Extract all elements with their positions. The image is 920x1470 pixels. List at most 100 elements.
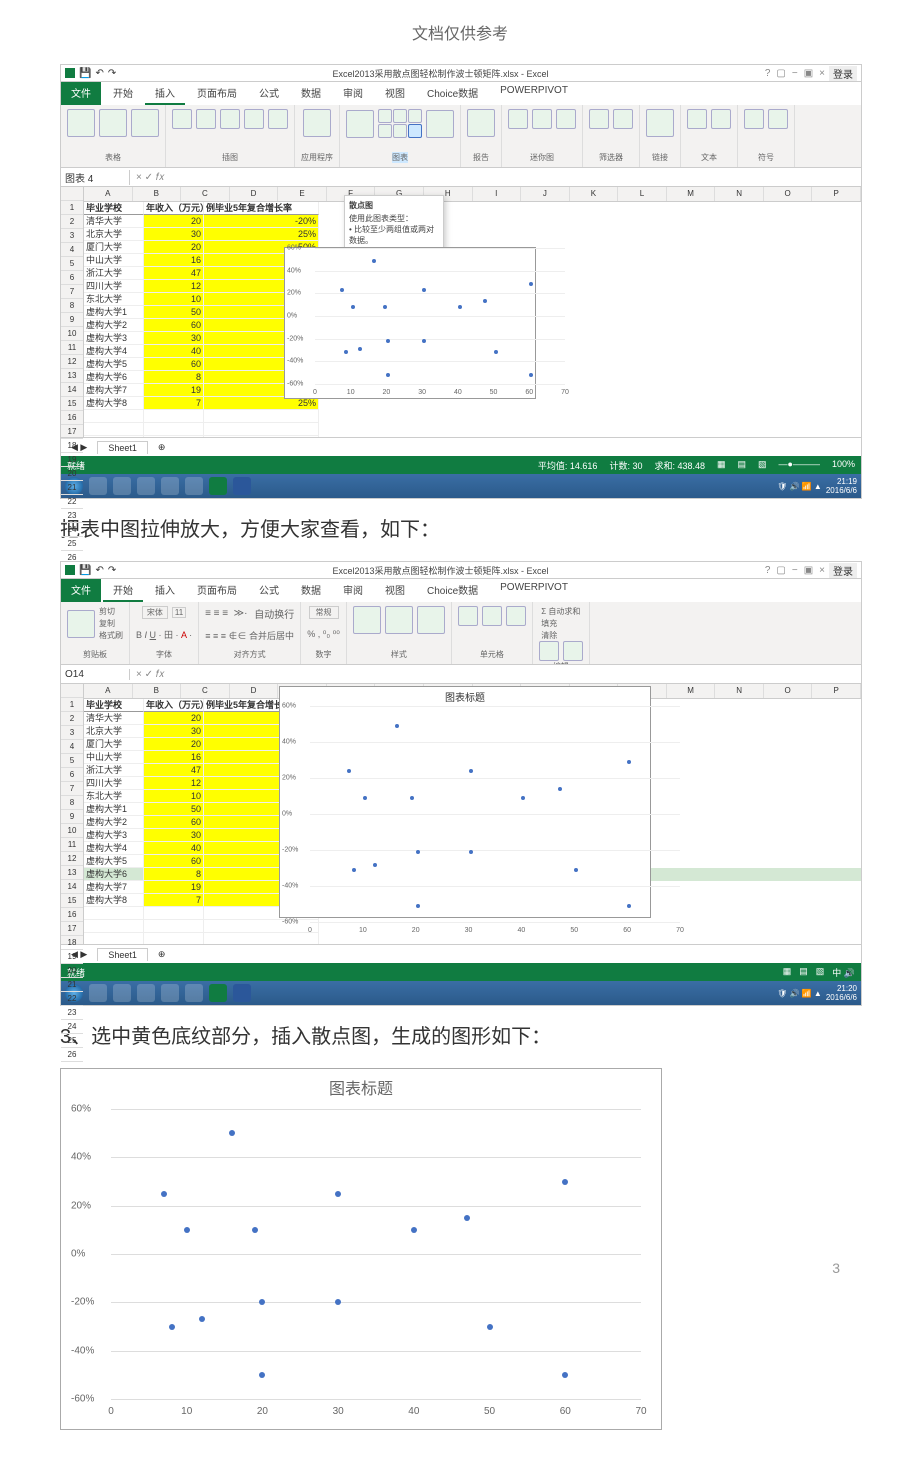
qa-save-icon[interactable]: 💾	[79, 565, 91, 576]
numfmt-selector[interactable]: 常规	[309, 606, 339, 619]
area-chart-icon[interactable]	[393, 124, 407, 138]
cut-button[interactable]: 剪切	[99, 606, 123, 617]
delete-cells-icon[interactable]	[482, 606, 502, 626]
view-layout-icon[interactable]: ▤	[799, 966, 808, 979]
fill-button[interactable]: 填充	[541, 618, 580, 629]
name-box[interactable]: 图表 4	[61, 170, 130, 185]
excel-taskbar-icon[interactable]	[209, 477, 227, 495]
ime-icon[interactable]: 中 🔊	[832, 966, 855, 979]
paste-icon[interactable]	[67, 610, 95, 638]
ribbon-opts-icon[interactable]: ▢	[776, 68, 785, 79]
tab-home[interactable]: 开始	[103, 82, 143, 105]
tab-review[interactable]: 审阅	[333, 579, 373, 602]
sheet-tab[interactable]: Sheet1	[97, 948, 148, 961]
view-break-icon[interactable]: ▧	[816, 966, 825, 979]
pivotchart-icon[interactable]	[426, 110, 454, 138]
media-icon[interactable]	[113, 984, 131, 1002]
qa-save-icon[interactable]: 💾	[79, 68, 91, 79]
copy-button[interactable]: 复制	[99, 618, 123, 629]
insert-cells-icon[interactable]	[458, 606, 478, 626]
tab-choice[interactable]: Choice数据	[417, 82, 488, 105]
textbox-icon[interactable]	[687, 109, 707, 129]
word-taskbar-icon[interactable]	[233, 477, 251, 495]
worksheet[interactable]: 1234567891011121314151617181920212223242…	[61, 187, 861, 437]
tab-data[interactable]: 数据	[291, 82, 331, 105]
qa-redo-icon[interactable]: ↷	[108, 68, 116, 79]
pivottable-icon[interactable]	[67, 109, 95, 137]
tab-home[interactable]: 开始	[103, 579, 143, 602]
help-icon[interactable]: ?	[765, 68, 771, 79]
sparkline-line-icon[interactable]	[508, 109, 528, 129]
name-box[interactable]: O14	[61, 669, 130, 680]
cellfmt-icon[interactable]	[417, 606, 445, 634]
tblfmt-icon[interactable]	[385, 606, 413, 634]
qa-redo-icon[interactable]: ↷	[108, 565, 116, 576]
view-break-icon[interactable]: ▧	[758, 459, 767, 472]
excel-taskbar-icon[interactable]	[209, 984, 227, 1002]
embedded-chart-1[interactable]: -60%-40%-20%0%20%40%60%010203040506070	[284, 247, 536, 399]
tray-icons[interactable]: 🛡 🔊 📶 ▲	[777, 989, 822, 998]
view-normal-icon[interactable]: ▦	[783, 966, 792, 979]
tab-choice[interactable]: Choice数据	[417, 579, 488, 602]
wrap-button[interactable]: 自动换行	[254, 606, 294, 621]
tab-insert[interactable]: 插入	[145, 579, 185, 602]
bar-chart-icon[interactable]	[378, 124, 392, 138]
view-layout-icon[interactable]: ▤	[738, 459, 747, 472]
tab-layout[interactable]: 页面布局	[187, 579, 247, 602]
minimize-icon[interactable]: −	[792, 68, 798, 79]
tab-powerpivot[interactable]: POWERPIVOT	[490, 82, 578, 105]
timeline-icon[interactable]	[613, 109, 633, 129]
ribbon-opts-icon[interactable]: ▢	[776, 565, 785, 576]
shapes-icon[interactable]	[220, 109, 240, 129]
equation-icon[interactable]	[744, 109, 764, 129]
login-link[interactable]: 登录	[829, 66, 857, 81]
col-chart-icon[interactable]	[378, 109, 392, 123]
line-chart-icon[interactable]	[393, 109, 407, 123]
close-icon[interactable]: ×	[819, 68, 825, 79]
find-icon[interactable]	[563, 641, 583, 661]
sort-icon[interactable]	[539, 641, 559, 661]
screenshot-icon[interactable]	[268, 109, 288, 129]
picasa-icon[interactable]	[161, 477, 179, 495]
zoom-slider[interactable]: —●———	[779, 459, 820, 472]
tab-view[interactable]: 视图	[375, 82, 415, 105]
tab-insert[interactable]: 插入	[145, 82, 185, 105]
table-icon[interactable]	[131, 109, 159, 137]
tray-icons[interactable]: 🛡 🔊 📶 ▲	[777, 482, 822, 491]
ie-icon[interactable]	[185, 477, 203, 495]
zoom-level[interactable]: 100%	[832, 459, 855, 472]
tab-powerpivot[interactable]: POWERPIVOT	[490, 579, 578, 602]
fx-icon[interactable]: × ✓ 𝑓𝑥	[130, 172, 170, 183]
sparkline-wl-icon[interactable]	[556, 109, 576, 129]
condfmt-icon[interactable]	[353, 606, 381, 634]
login-link[interactable]: 登录	[829, 563, 857, 578]
ie-icon[interactable]	[185, 984, 203, 1002]
office-apps-icon[interactable]	[303, 109, 331, 137]
view-normal-icon[interactable]: ▦	[717, 459, 726, 472]
fmt-painter-button[interactable]: 格式刷	[99, 630, 123, 641]
headerfooter-icon[interactable]	[711, 109, 731, 129]
tab-formula[interactable]: 公式	[249, 579, 289, 602]
scatter-chart-icon[interactable]	[408, 124, 422, 138]
tab-formula[interactable]: 公式	[249, 82, 289, 105]
smartart-icon[interactable]	[244, 109, 264, 129]
app-icon[interactable]	[137, 984, 155, 1002]
picasa-icon[interactable]	[161, 984, 179, 1002]
merge-button[interactable]: 合并后居中	[249, 631, 294, 641]
minimize-icon[interactable]: −	[792, 565, 798, 576]
tab-view[interactable]: 视图	[375, 579, 415, 602]
app-icon[interactable]	[137, 477, 155, 495]
explorer-icon[interactable]	[89, 984, 107, 1002]
new-sheet-icon[interactable]: ⊕	[158, 442, 166, 453]
powerview-icon[interactable]	[467, 109, 495, 137]
fx-icon[interactable]: × ✓ 𝑓𝑥	[130, 669, 170, 680]
tab-data[interactable]: 数据	[291, 579, 331, 602]
embedded-chart-2[interactable]: 图表标题 -60%-40%-20%0%20%40%60%010203040506…	[279, 686, 651, 918]
close-icon[interactable]: ×	[819, 565, 825, 576]
qa-undo-icon[interactable]: ↶	[95, 565, 103, 576]
worksheet[interactable]: 1234567891011121314151617181920212223242…	[61, 684, 861, 944]
rec-chart-icon[interactable]	[346, 110, 374, 138]
sparkline-col-icon[interactable]	[532, 109, 552, 129]
sheet-tab[interactable]: Sheet1	[97, 441, 148, 454]
tab-file[interactable]: 文件	[61, 579, 101, 602]
